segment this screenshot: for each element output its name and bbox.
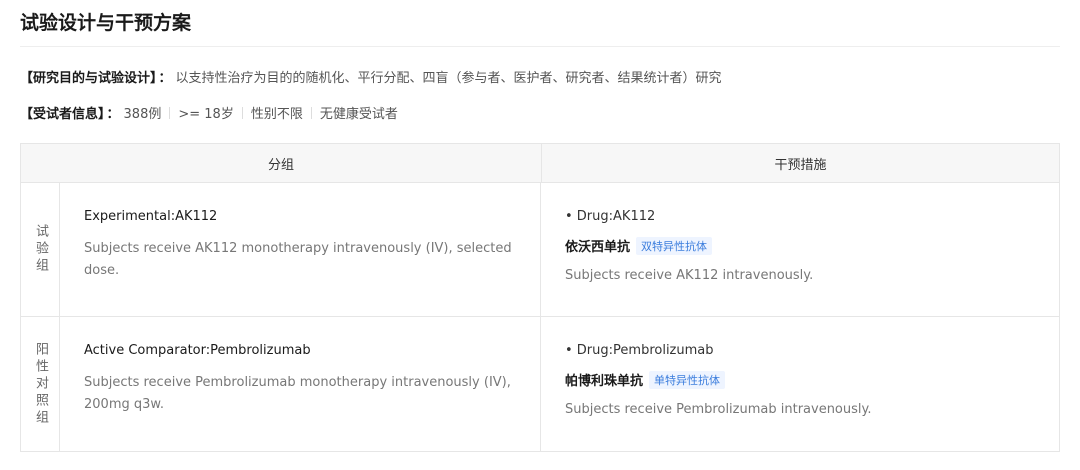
header-intervention: 干预措施 [774, 157, 827, 173]
drug-cn-name: 依沃西单抗 [565, 240, 631, 255]
intervention-cell: • Drug:AK112 依沃西单抗 双特异性抗体 Subjects recei… [541, 183, 1059, 316]
arm-cell: Active Comparator:Pembrolizumab Subjects… [60, 317, 541, 451]
table-row: 阳性对照组 Active Comparator:Pembrolizumab Su… [21, 317, 1059, 451]
subjects-count: 388例 [123, 107, 162, 122]
drug-description: Subjects receive Pembrolizumab intraveno… [565, 402, 872, 417]
subjects-age: >= 18岁 [178, 107, 234, 122]
design-colon: ： [158, 71, 172, 86]
intervention-cell: • Drug:Pembrolizumab 帕博利珠单抗 单特异性抗体 Subje… [541, 317, 1059, 451]
drug-cn-row: 依沃西单抗 双特异性抗体 [565, 236, 1035, 255]
arm-description: Subjects receive AK112 monotherapy intra… [84, 241, 512, 278]
section-title: 试验设计与干预方案 [20, 8, 1060, 47]
subjects-colon: ： [106, 107, 120, 122]
table-header: 分组 干预措施 [21, 144, 1059, 183]
design-text: 以支持性治疗为目的的随机化、平行分配、四盲（参与者、医护者、研究者、结果统计者）… [175, 71, 722, 86]
row-label-cell: 阳性对照组 [21, 317, 60, 451]
subjects-label: 【受试者信息】 [20, 107, 105, 122]
drug-cn-name: 帕博利珠单抗 [565, 374, 644, 389]
arm-title: Experimental:AK112 [84, 209, 218, 224]
arm-title: Active Comparator:Pembrolizumab [84, 343, 311, 358]
antibody-tag: 单特异性抗体 [649, 370, 726, 389]
drug-name: • Drug:Pembrolizumab [565, 343, 714, 358]
row-label: 阳性对照组 [33, 341, 48, 427]
divider [241, 107, 243, 119]
antibody-tag: 双特异性抗体 [636, 236, 713, 255]
trial-design-section: 试验设计与干预方案 【研究目的与试验设计】：以支持性治疗为目的的随机化、平行分配… [0, 0, 1080, 452]
row-label-cell: 试验组 [21, 183, 60, 316]
divider [169, 107, 171, 119]
drug-cn-row: 帕博利珠单抗 单特异性抗体 [565, 370, 1035, 389]
row-label: 试验组 [33, 224, 48, 275]
design-label: 【研究目的与试验设计】 [20, 71, 157, 86]
drug-description: Subjects receive AK112 intravenously. [565, 268, 814, 283]
header-group: 分组 [21, 144, 542, 182]
design-info: 【研究目的与试验设计】：以支持性治疗为目的的随机化、平行分配、四盲（参与者、医护… [20, 69, 1060, 89]
drug-name: • Drug:AK112 [565, 209, 656, 224]
arm-description: Subjects receive Pembrolizumab monothera… [84, 375, 511, 412]
divider [310, 107, 312, 119]
arm-cell: Experimental:AK112 Subjects receive AK11… [60, 183, 541, 316]
table-row: 试验组 Experimental:AK112 Subjects receive … [21, 183, 1059, 317]
subjects-healthy: 无健康受试者 [319, 107, 398, 122]
subjects-info: 【受试者信息】： 388例 >= 18岁 性别不限 无健康受试者 [20, 105, 1060, 125]
subjects-sex: 性别不限 [250, 107, 303, 122]
intervention-table: 分组 干预措施 试验组 Experimental:AK112 Subjects … [20, 143, 1060, 452]
